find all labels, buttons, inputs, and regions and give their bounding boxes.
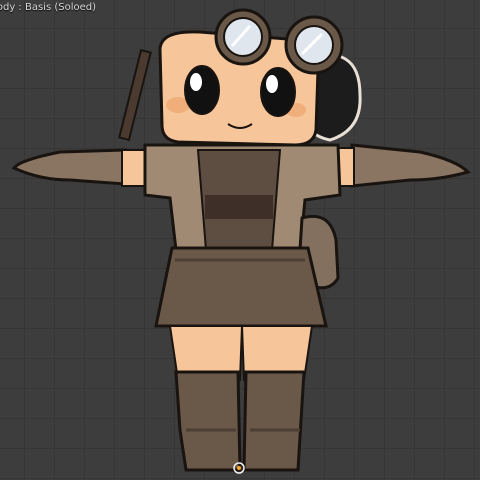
- goggle-right-lens: [294, 25, 334, 65]
- boot-right: [242, 370, 306, 472]
- eye-right-shine: [266, 75, 278, 93]
- glove-right: [350, 143, 471, 188]
- goggle-strap: [118, 48, 152, 142]
- corset-band: [205, 195, 273, 219]
- boot-left: [174, 370, 242, 472]
- eye-left-shine: [190, 73, 202, 91]
- eye-right: [260, 67, 296, 117]
- glove-left: [11, 148, 127, 186]
- goggle-left-lens: [223, 17, 263, 57]
- origin-pivot-icon[interactable]: [232, 461, 246, 475]
- 3d-viewport[interactable]: Body : Basis (Soloed): [0, 0, 480, 480]
- eye-left: [184, 65, 220, 115]
- character-model[interactable]: [0, 0, 480, 480]
